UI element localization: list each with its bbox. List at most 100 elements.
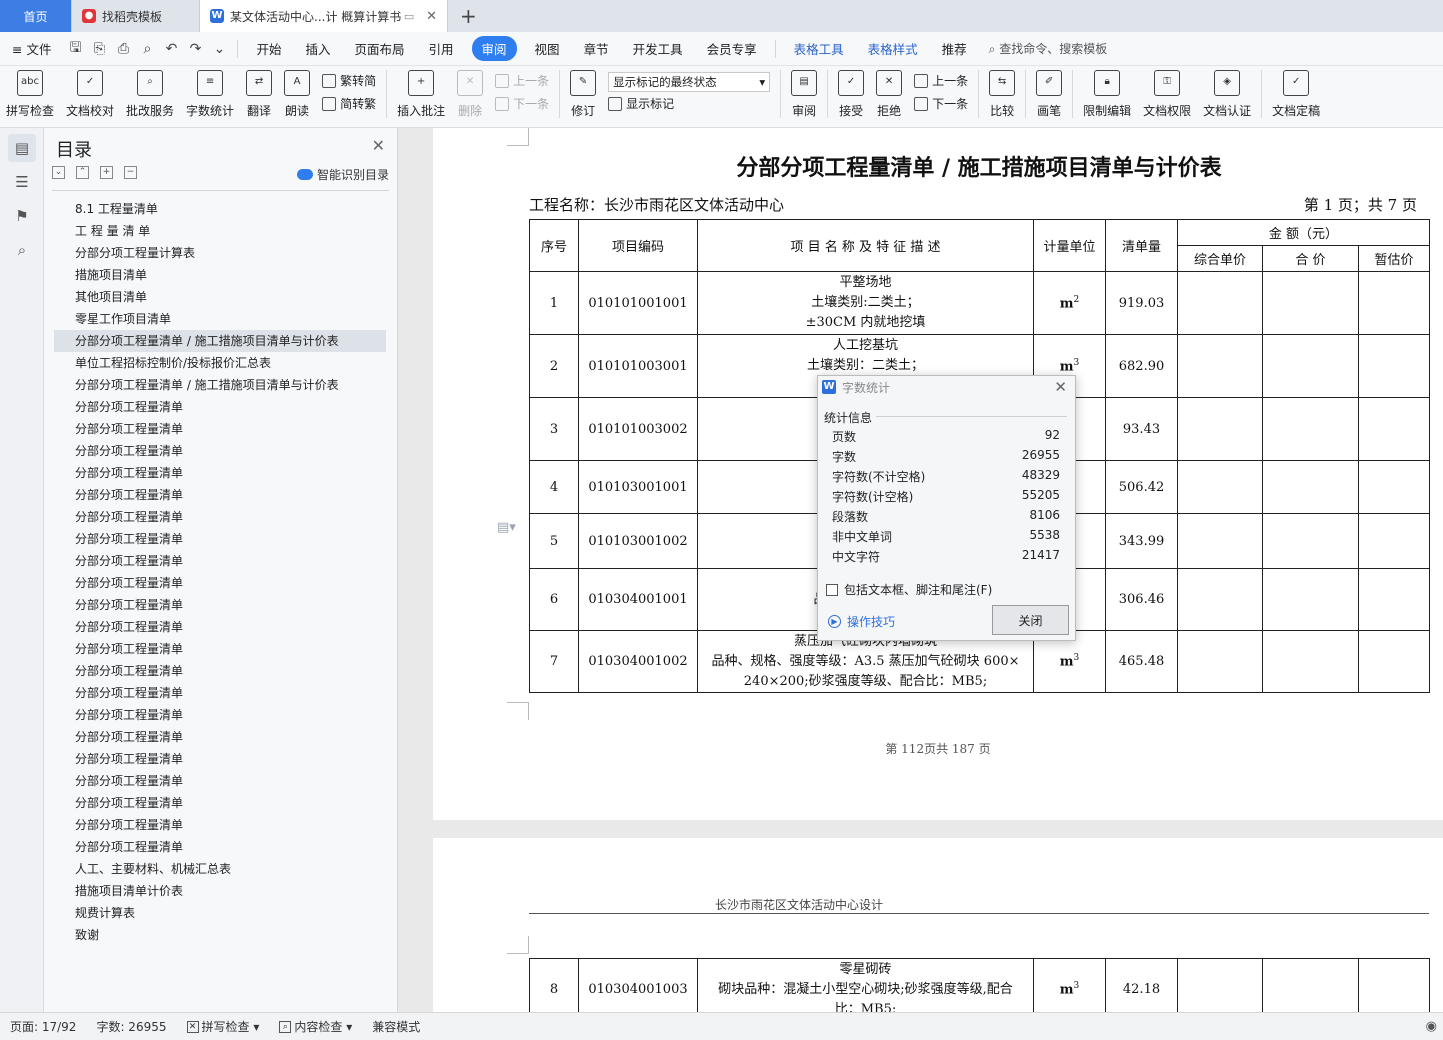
- document-page-2[interactable]: 长沙市雨花区文体活动中心设计 8 010304001003 零星砌砖 砌块品种：混凝土…: [433, 838, 1443, 1012]
- paragraph-handle-icon[interactable]: ▤▾: [497, 520, 516, 535]
- menu-table-tools[interactable]: 表格工具: [782, 39, 856, 58]
- doc-permission-button[interactable]: ⚿ 文档权限: [1137, 70, 1197, 119]
- menu-view[interactable]: 视图: [523, 39, 572, 58]
- screen-icon[interactable]: ▭: [404, 10, 414, 23]
- toc-item[interactable]: 分部分项工程量清单: [54, 660, 386, 682]
- compare-button[interactable]: ⇆ 比较: [983, 70, 1021, 119]
- toc-item[interactable]: 分部分项工程量清单: [54, 462, 386, 484]
- remove-level-icon[interactable]: −: [124, 166, 137, 179]
- prev-comment-button[interactable]: 上一条: [495, 72, 549, 89]
- expand-up-icon[interactable]: ⌃: [76, 166, 89, 179]
- toc-item[interactable]: 分部分项工程量清单: [54, 572, 386, 594]
- menu-start[interactable]: 开始: [244, 39, 293, 58]
- cell-provisional[interactable]: [1358, 630, 1430, 693]
- undo-icon[interactable]: ↶: [159, 41, 183, 57]
- toc-item[interactable]: 分部分项工程量清单: [54, 836, 386, 858]
- cell-total[interactable]: [1262, 460, 1359, 514]
- dialog-close-button[interactable]: 关闭: [992, 605, 1069, 635]
- export-icon[interactable]: ⎘: [87, 41, 111, 57]
- redo-icon[interactable]: ↷: [183, 41, 207, 57]
- add-level-icon[interactable]: +: [100, 166, 113, 179]
- delete-comment-button[interactable]: ✕ 删除: [451, 70, 489, 119]
- command-search[interactable]: ⌕ 查找命令、搜索模板: [979, 40, 1108, 57]
- markup-state-select[interactable]: 显示标记的最终状态 ▾: [608, 72, 771, 92]
- toc-item[interactable]: 分部分项工程量计算表: [54, 242, 386, 264]
- dialog-header[interactable]: W 字数统计 ✕: [818, 376, 1075, 398]
- show-markup-button[interactable]: 显示标记: [608, 95, 770, 112]
- page-indicator[interactable]: 页面: 17/92: [0, 1018, 86, 1035]
- restrict-edit-button[interactable]: 🔒︎ 限制编辑: [1077, 70, 1137, 119]
- trad-to-simp-button[interactable]: 繁转简: [322, 72, 376, 89]
- toc-item[interactable]: 分部分项工程量清单: [54, 770, 386, 792]
- toc-item[interactable]: 分部分项工程量清单: [54, 792, 386, 814]
- simp-to-trad-button[interactable]: 简转繁: [322, 95, 376, 112]
- toc-item[interactable]: 分部分项工程量清单 / 施工措施项目清单与计价表: [54, 374, 386, 396]
- include-textbox-checkbox[interactable]: 包括文本框、脚注和尾注(F): [826, 581, 992, 598]
- cell-provisional[interactable]: [1358, 460, 1430, 514]
- bill-table-page2[interactable]: 8 010304001003 零星砌砖 砌块品种：混凝土小型空心砌块;砂浆强度等级,配…: [529, 958, 1430, 1012]
- tab-template[interactable]: ● 找稻壳模板: [72, 0, 200, 32]
- menu-member[interactable]: 会员专享: [695, 39, 769, 58]
- close-icon[interactable]: ✕: [426, 9, 437, 24]
- toc-item[interactable]: 人工、主要材料、机械汇总表: [54, 858, 386, 880]
- toc-item[interactable]: 分部分项工程量清单: [54, 682, 386, 704]
- menu-table-style[interactable]: 表格样式: [856, 39, 930, 58]
- menu-layout[interactable]: 页面布局: [343, 39, 417, 58]
- cell-unit-price[interactable]: [1177, 958, 1263, 1012]
- more-chevron-icon[interactable]: ⌄: [207, 41, 231, 57]
- revise-button[interactable]: ✎ 修订: [564, 70, 602, 119]
- accept-button[interactable]: ✓ 接受: [832, 70, 870, 119]
- word-count-dialog[interactable]: W 字数统计 ✕ 统计信息 页数 92 字数 26955 字符数(不计空格) 48329 字…: [817, 375, 1076, 641]
- close-icon[interactable]: ✕: [1054, 378, 1067, 396]
- cell-unit-price[interactable]: [1177, 568, 1263, 631]
- menu-insert[interactable]: 插入: [293, 39, 342, 58]
- content-check-status[interactable]: ⌕ 内容检查 ▾: [269, 1018, 362, 1035]
- collapse-all-icon[interactable]: ⌄: [52, 166, 65, 179]
- file-menu[interactable]: ≡ 文件: [0, 39, 63, 58]
- toc-item[interactable]: 分部分项工程量清单: [54, 396, 386, 418]
- table-row[interactable]: 8 010304001003 零星砌砖 砌块品种：混凝土小型空心砌块;砂浆强度等级,配…: [529, 958, 1430, 1012]
- doc-certify-button[interactable]: ◈ 文档认证: [1197, 70, 1257, 119]
- print-icon[interactable]: ⎙: [111, 41, 135, 57]
- toc-item[interactable]: 分部分项工程量清单: [54, 814, 386, 836]
- toc-item[interactable]: 分部分项工程量清单 / 施工措施项目清单与计价表: [54, 330, 386, 352]
- toc-item[interactable]: 8.1 工程量清单: [54, 198, 386, 220]
- cell-total[interactable]: [1262, 958, 1359, 1012]
- doc-proof-button[interactable]: ✓ 文档校对: [60, 70, 120, 119]
- toc-item[interactable]: 分部分项工程量清单: [54, 550, 386, 572]
- toc-item[interactable]: 分部分项工程量清单: [54, 704, 386, 726]
- toc-item[interactable]: 致谢: [54, 924, 386, 946]
- bookmark-icon[interactable]: ⚑: [8, 202, 36, 230]
- toc-item[interactable]: 规费计算表: [54, 902, 386, 924]
- read-aloud-button[interactable]: A 朗读: [278, 70, 316, 119]
- new-tab-button[interactable]: +: [448, 0, 489, 32]
- toc-item[interactable]: 单位工程招标控制价/投标报价汇总表: [54, 352, 386, 374]
- cell-total[interactable]: [1262, 630, 1359, 693]
- menu-devtools[interactable]: 开发工具: [621, 39, 695, 58]
- cell-provisional[interactable]: [1358, 334, 1430, 398]
- cell-total[interactable]: [1262, 568, 1359, 631]
- cell-unit-price[interactable]: [1177, 630, 1263, 693]
- cell-provisional[interactable]: [1358, 271, 1430, 335]
- insert-comment-button[interactable]: + 插入批注: [391, 70, 451, 119]
- tab-home[interactable]: 首页: [0, 0, 72, 32]
- search-icon[interactable]: ⌕: [8, 236, 36, 264]
- tips-link[interactable]: ▶ 操作技巧: [828, 613, 895, 630]
- toc-item[interactable]: 分部分项工程量清单: [54, 638, 386, 660]
- cell-unit-price[interactable]: [1177, 397, 1263, 461]
- translate-button[interactable]: ⇄ 翻译: [240, 70, 278, 119]
- cell-total[interactable]: [1262, 271, 1359, 335]
- preview-icon[interactable]: ⌕: [135, 41, 159, 57]
- cell-unit-price[interactable]: [1177, 460, 1263, 514]
- eye-icon[interactable]: ◉: [1426, 1019, 1437, 1034]
- cell-total[interactable]: [1262, 513, 1359, 569]
- cell-provisional[interactable]: [1358, 958, 1430, 1012]
- spell-check-button[interactable]: abc 拼写检查: [0, 70, 60, 119]
- toc-item[interactable]: 分部分项工程量清单: [54, 506, 386, 528]
- toc-item[interactable]: 分部分项工程量清单: [54, 748, 386, 770]
- pen-button[interactable]: ✐ 画笔: [1030, 70, 1068, 119]
- toc-item[interactable]: 措施项目清单: [54, 264, 386, 286]
- toc-item[interactable]: 分部分项工程量清单: [54, 726, 386, 748]
- toc-item[interactable]: 零星工作项目清单: [54, 308, 386, 330]
- word-count-button[interactable]: ≡ 字数统计: [180, 70, 240, 119]
